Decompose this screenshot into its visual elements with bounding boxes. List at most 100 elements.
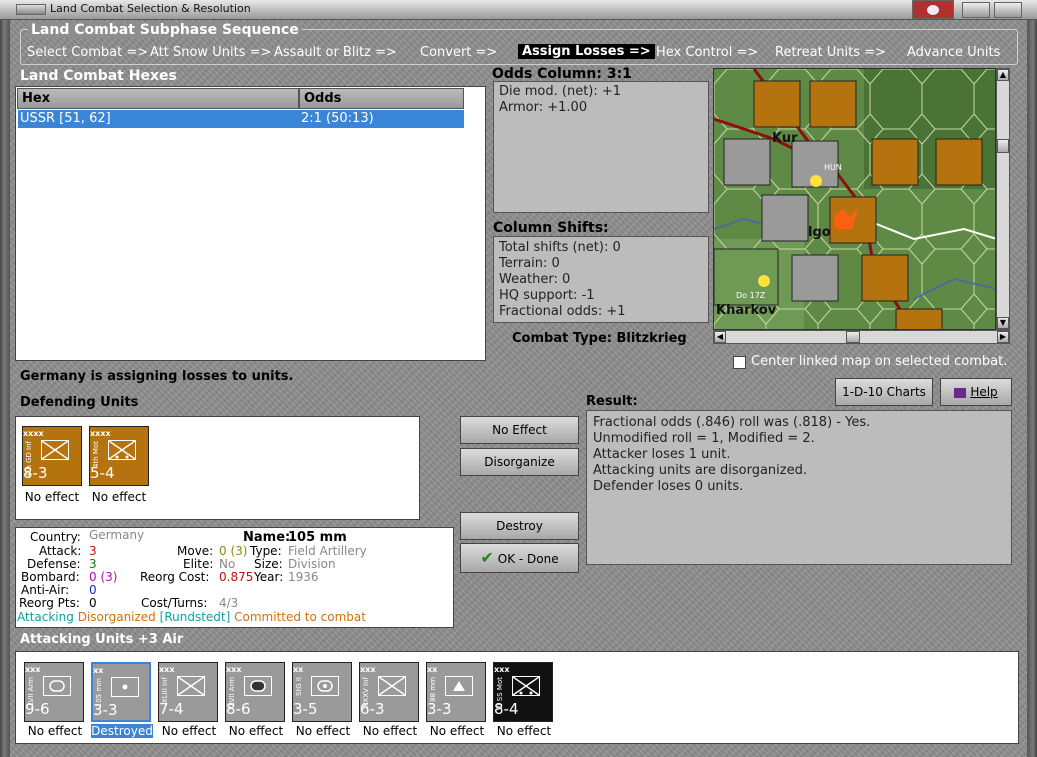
destroy-button[interactable]: Destroy [460,512,579,540]
shift-fractional: Fractional odds: +1 [499,304,626,319]
center-map-checkbox[interactable] [733,356,746,369]
hexes-title: Land Combat Hexes [20,68,177,84]
bombard-value: 0 (3) [89,570,118,584]
attacking-unit[interactable]: xxx LVII Arm 9-6 No effect [24,662,86,738]
unit-details-panel: Country: Germany Attack: 3 Defense: 3 Bo… [15,527,454,628]
unit-result: No effect [24,490,80,504]
armor-dark-symbol-icon [244,676,272,696]
defending-title: Defending Units [20,395,139,410]
unit-counter: xx 105 mm 3-3 [91,662,151,722]
reorg-pts-value: 0 [89,596,97,610]
seq-step-att-snow: Att Snow Units => [150,45,272,60]
unit-result: No effect [27,724,83,738]
charts-button[interactable]: 1-D-10 Charts [835,378,933,406]
status-text: Germany is assigning losses to units. [20,369,294,384]
window-menu-icon[interactable] [16,4,46,15]
hexes-col-hex[interactable]: Hex [17,88,299,109]
unit-counter: xxx XLIII Inf 7-4 [158,662,218,722]
odds-cell: 2:1 (50:13) [301,111,374,126]
unit-size: xx [427,665,438,674]
map-horizontal-scrollbar[interactable]: ◀ ▶ [713,330,1010,344]
unit-size: xx [293,665,304,674]
status-disorganized: Disorganized [77,610,156,624]
status-attacking: Attacking [17,610,74,624]
scroll-thumb-h[interactable] [846,331,860,343]
close-button[interactable] [994,2,1022,18]
attack-value: 3 [89,544,97,558]
result-line-4: Attacking units are disorganized. [593,463,807,478]
odds-armor: Armor: +1.00 [499,100,588,115]
seq-step-retreat: Retreat Units => [775,45,886,60]
unit-counter: xx 88 mm 3-3 [426,662,486,722]
attacking-unit[interactable]: xxx XLIII Inf 7-4 No effect [158,662,220,738]
hexes-col-odds[interactable]: Odds [299,88,464,109]
attacking-title: Attacking Units +3 Air [20,632,184,647]
unit-strength: 8-3 [23,464,48,482]
infantry-symbol-icon [378,676,406,696]
bombard-label: Bombard: [21,570,80,584]
unit-counter: xxxx 4th Mot 5-4 [89,426,149,486]
map-label-hun: HUN [824,163,842,172]
scroll-down-arrow-icon[interactable]: ▼ [997,317,1009,329]
attacking-unit[interactable]: xxx VI SS Mot 8-4 No effect [493,662,555,738]
unit-strength: 6-3 [360,700,385,718]
attacking-unit[interactable]: xxx XXXV Inf 6-3 No effect [359,662,421,738]
window-frame-left [0,20,10,757]
unit-strength: 3-3 [427,700,452,718]
defending-unit-2[interactable]: xxxx 4th Mot 5-4 No effect [89,426,149,504]
unit-name: StG II [295,677,303,696]
seq-step-advance: Advance Units [907,45,1001,60]
defending-unit-1[interactable]: xxxx 4th GD Inf 8-3 No effect [22,426,82,504]
attacking-unit[interactable]: xx StG II 3-5 No effect [292,662,354,738]
armor-symbol-icon [43,676,71,696]
status-hq: [Rundstedt] [159,610,231,624]
shift-total: Total shifts (net): 0 [499,240,621,255]
scroll-right-arrow-icon[interactable]: ▶ [997,331,1009,343]
unit-strength: 8-6 [226,700,251,718]
map-label-belgorod: lgo [808,225,831,240]
reorg-cost-label: Reorg Cost: [140,570,210,584]
elite-label: Elite: [183,557,214,571]
shift-hq: HQ support: -1 [499,288,595,303]
assault-symbol-icon [311,676,339,696]
reorg-pts-label: Reorg Pts: [19,596,80,610]
table-row[interactable]: USSR [51, 62] 2:1 (50:13) [18,110,464,128]
odds-title: Odds Column: 3:1 [492,66,632,82]
defense-value: 3 [89,557,97,571]
linked-map[interactable]: Kur Kharkov lgo HUN Do 17Z [713,68,996,330]
year-label: Year: [254,570,284,584]
disorganize-button[interactable]: Disorganize [460,448,579,476]
hex-cell: USSR [51, 62] [20,111,111,126]
ok-done-button[interactable]: ✔ OK - Done [460,543,579,573]
result-title: Result: [586,394,638,409]
unit-size: xx [93,666,104,675]
unit-counter: xx StG II 3-5 [292,662,352,722]
size-label: Size: [254,557,283,571]
scroll-thumb[interactable] [997,139,1009,153]
map-vertical-scrollbar[interactable]: ▲ ▼ [996,68,1010,330]
unit-result: No effect [295,724,351,738]
attacking-unit[interactable]: xxx XLVII Arm 8-6 No effect [225,662,287,738]
unit-strength: 3-5 [293,700,318,718]
unit-size: xxx [159,665,175,674]
name-value: 105 mm [288,530,347,545]
move-value: 0 (3) [219,544,248,558]
flak-symbol-icon [445,676,473,696]
result-line-3: Attacker loses 1 unit. [593,447,731,462]
help-button[interactable]: Help [940,378,1012,406]
attacking-unit[interactable]: xx 105 mm 3-3 Destroyed [91,662,153,738]
no-effect-button[interactable]: No Effect [460,416,579,444]
country-value: Germany [89,528,145,542]
cost-turns-label: Cost/Turns: [141,596,208,610]
attacking-unit[interactable]: xx 88 mm 3-3 No effect [426,662,488,738]
scroll-up-arrow-icon[interactable]: ▲ [997,69,1009,81]
result-line-5: Defender loses 0 units. [593,479,744,494]
unit-counter: xxx XLVII Arm 8-6 [225,662,285,722]
help-button-label: Help [970,385,998,399]
unit-counter: xxxx 4th GD Inf 8-3 [22,426,82,486]
window-frame-right [1027,20,1037,757]
minimize-button[interactable] [962,2,990,18]
cost-turns-value: 4/3 [219,596,239,610]
unit-status-line: Attacking Disorganized [Rundstedt] Commi… [17,610,366,624]
scroll-left-arrow-icon[interactable]: ◀ [714,331,726,343]
